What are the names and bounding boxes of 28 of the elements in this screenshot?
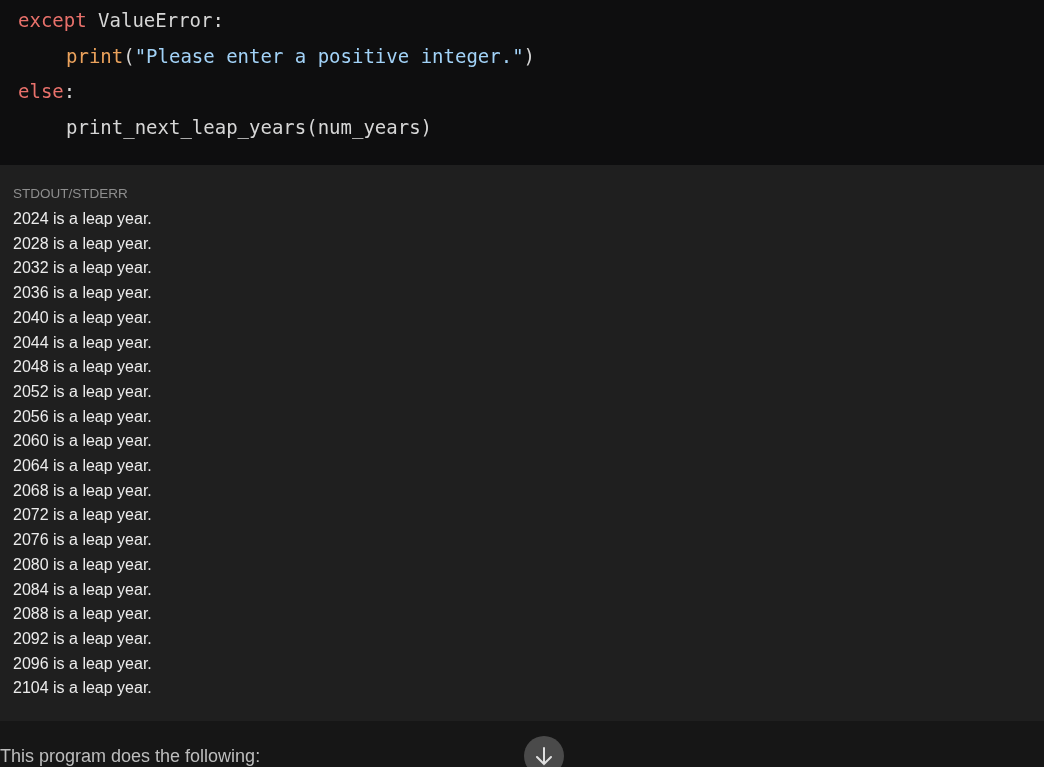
code-line: print("Please enter a positive integer.") — [65, 43, 537, 69]
output-line: 2104 is a leap year. — [13, 678, 153, 699]
output-line: 2068 is a leap year. — [13, 480, 153, 501]
output-line: 2052 is a leap year. — [13, 381, 153, 402]
code-line: print_next_leap_years(num_years) — [65, 114, 434, 141]
arrow-down-icon — [535, 746, 553, 767]
output-line: 2072 is a leap year. — [13, 505, 153, 526]
output-line: 2028 is a leap year. — [13, 233, 153, 254]
output-line: 2096 is a leap year. — [13, 653, 153, 674]
output-line: 2036 is a leap year. — [13, 283, 153, 304]
output-line: 2060 is a leap year. — [13, 431, 153, 452]
output-line: 2040 is a leap year. — [13, 307, 153, 328]
code-line: else: — [18, 79, 77, 104]
output-line: 2076 is a leap year. — [13, 530, 153, 551]
output-line: 2080 is a leap year. — [13, 554, 153, 575]
output-label: STDOUT/STDERR — [13, 186, 129, 201]
code-line: except ValueError: — [18, 8, 225, 33]
output-line: 2024 is a leap year. — [13, 209, 153, 229]
output-line: 2084 is a leap year. — [13, 579, 153, 600]
message-text: This program does the following: — [0, 746, 261, 766]
scroll-down-button[interactable] — [524, 736, 564, 767]
output-line: 2092 is a leap year. — [13, 628, 153, 649]
output-line: 2064 is a leap year. — [13, 456, 153, 477]
output-line: 2048 is a leap year. — [13, 357, 153, 378]
output-line: 2044 is a leap year. — [13, 332, 153, 353]
output-line: 2056 is a leap year. — [13, 406, 153, 427]
output-line: 2088 is a leap year. — [13, 604, 153, 625]
output-line: 2032 is a leap year. — [13, 258, 153, 279]
